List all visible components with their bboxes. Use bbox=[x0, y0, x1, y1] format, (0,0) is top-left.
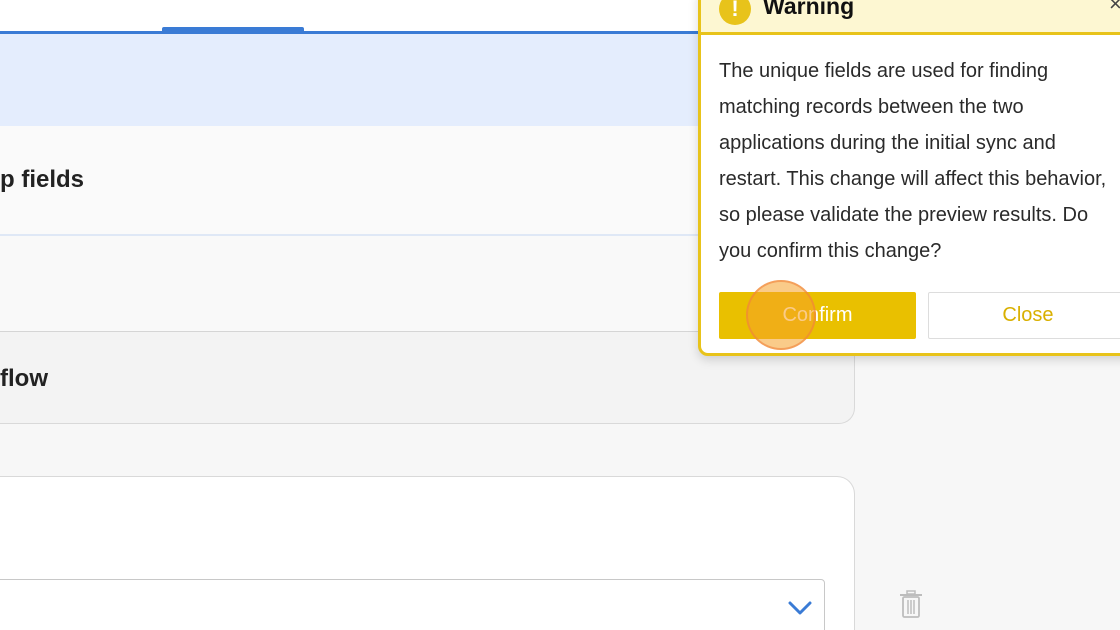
dialog-header: ! Warning × bbox=[701, 0, 1120, 35]
section-title: p fields bbox=[0, 166, 85, 193]
close-icon[interactable]: × bbox=[1109, 0, 1120, 17]
close-button[interactable]: Close bbox=[928, 292, 1120, 339]
warning-dialog: ! Warning × The unique fields are used f… bbox=[698, 0, 1120, 356]
chevron-down-icon[interactable] bbox=[788, 598, 812, 618]
dialog-title: Warning bbox=[763, 0, 855, 19]
trash-icon[interactable] bbox=[899, 590, 923, 618]
active-tab-indicator[interactable] bbox=[162, 27, 304, 33]
warning-icon: ! bbox=[719, 0, 751, 25]
section-title-flow: flow bbox=[0, 365, 48, 392]
dialog-message: The unique fields are used for finding m… bbox=[719, 60, 1107, 262]
confirm-button[interactable]: Confirm bbox=[719, 292, 916, 339]
field-select[interactable] bbox=[0, 579, 825, 630]
